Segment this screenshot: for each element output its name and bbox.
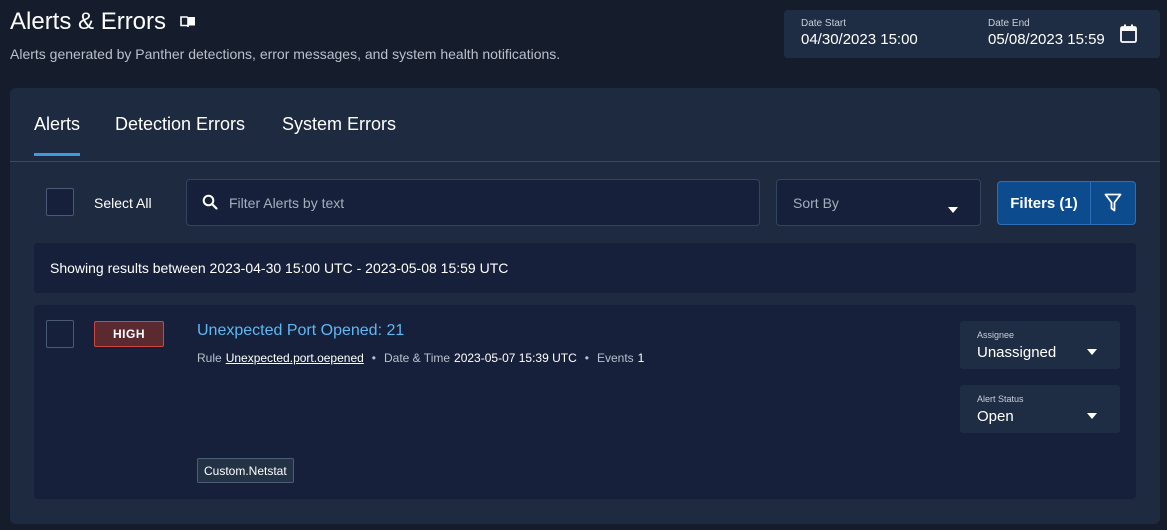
search-box[interactable] bbox=[186, 179, 760, 226]
filters-button[interactable]: Filters (1) bbox=[998, 182, 1091, 224]
datetime-label: Date & Time bbox=[384, 351, 451, 365]
tab-alerts[interactable]: Alerts bbox=[34, 114, 81, 156]
sort-by-placeholder: Sort By bbox=[793, 195, 839, 211]
filters-button-group: Filters (1) bbox=[997, 181, 1136, 225]
date-end-value: 05/08/2023 15:59 bbox=[988, 31, 1105, 48]
tab-system-errors[interactable]: System Errors bbox=[282, 114, 396, 153]
select-all-label: Select All bbox=[94, 195, 152, 211]
page-title-text: Alerts & Errors bbox=[10, 8, 167, 35]
select-all-checkbox[interactable] bbox=[46, 188, 74, 216]
alerts-panel: Alerts Detection Errors System Errors Se… bbox=[10, 88, 1160, 524]
rule-link[interactable]: Unexpected.port.oepened bbox=[226, 351, 364, 365]
sort-by-select[interactable]: Sort By bbox=[776, 179, 981, 226]
caret-down-icon bbox=[1087, 406, 1097, 424]
assignee-dropdown[interactable]: Assignee Unassigned bbox=[960, 321, 1120, 369]
funnel-icon[interactable] bbox=[1104, 193, 1122, 218]
alert-title-link[interactable]: Unexpected Port Opened: 21 bbox=[197, 322, 404, 340]
assignee-value: Unassigned bbox=[977, 344, 1057, 361]
results-summary-text: Showing results between 2023-04-30 15:00… bbox=[50, 260, 509, 276]
log-type-tag[interactable]: Custom.Netstat bbox=[197, 458, 294, 483]
search-input[interactable] bbox=[229, 180, 749, 225]
alert-card: HIGH Unexpected Port Opened: 21 Rule Une… bbox=[34, 305, 1136, 499]
date-end-label: Date End bbox=[988, 18, 1030, 29]
alert-meta-row: Rule Unexpected.port.oepened • Date & Ti… bbox=[197, 351, 644, 365]
book-icon[interactable] bbox=[180, 16, 196, 28]
date-start-value: 04/30/2023 15:00 bbox=[801, 31, 918, 48]
separator-dot: • bbox=[371, 351, 376, 365]
date-start-field[interactable]: Date Start 04/30/2023 15:00 bbox=[801, 18, 918, 48]
alert-checkbox[interactable] bbox=[46, 320, 74, 348]
page-title: Alerts & Errors bbox=[10, 8, 196, 36]
results-summary-bar: Showing results between 2023-04-30 15:00… bbox=[34, 243, 1136, 293]
date-range-picker[interactable]: Date Start 04/30/2023 15:00 Date End 05/… bbox=[784, 10, 1160, 58]
tab-bar: Alerts Detection Errors System Errors bbox=[10, 88, 1160, 162]
caret-down-icon bbox=[1087, 342, 1097, 360]
severity-badge: HIGH bbox=[94, 321, 164, 347]
rule-label: Rule bbox=[197, 351, 222, 365]
search-icon bbox=[202, 194, 218, 215]
separator-dot: • bbox=[584, 351, 589, 365]
tab-detection-errors[interactable]: Detection Errors bbox=[115, 114, 245, 153]
page-subtitle: Alerts generated by Panther detections, … bbox=[10, 46, 561, 62]
caret-down-icon bbox=[948, 200, 958, 218]
datetime-value: 2023-05-07 15:39 UTC bbox=[454, 351, 577, 365]
events-label: Events bbox=[596, 351, 634, 365]
events-value: 1 bbox=[637, 351, 645, 365]
assignee-label: Assignee bbox=[977, 330, 1015, 340]
calendar-icon[interactable] bbox=[1120, 24, 1137, 48]
date-start-label: Date Start bbox=[801, 18, 847, 29]
alert-status-label: Alert Status bbox=[977, 394, 1024, 404]
alert-status-dropdown[interactable]: Alert Status Open bbox=[960, 385, 1120, 433]
date-end-field[interactable]: Date End 05/08/2023 15:59 bbox=[988, 18, 1105, 48]
alert-status-value: Open bbox=[977, 408, 1014, 425]
